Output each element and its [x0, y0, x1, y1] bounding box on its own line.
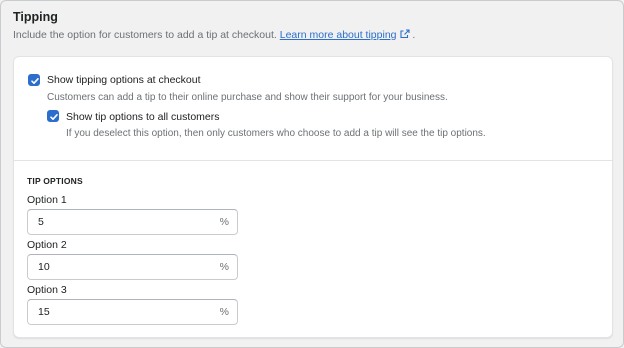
show-tipping-label[interactable]: Show tipping options at checkout: [47, 74, 201, 86]
option-1-value[interactable]: 5: [38, 216, 44, 228]
tip-options-title: TIP OPTIONS: [27, 176, 83, 186]
show-all-customers-checkbox[interactable]: [47, 110, 59, 122]
option-1-input[interactable]: 5 %: [27, 209, 238, 235]
option-1-suffix: %: [219, 216, 229, 228]
tipping-card: Show tipping options at checkout Custome…: [13, 56, 613, 338]
section-description: Include the option for customers to add …: [13, 29, 415, 41]
section-description-end: .: [412, 29, 416, 41]
option-3-label: Option 3: [27, 284, 67, 296]
option-1-label: Option 1: [27, 194, 67, 206]
option-3-value[interactable]: 15: [38, 306, 50, 318]
card-divider: [14, 160, 612, 161]
section-title: Tipping: [13, 10, 58, 24]
option-3-suffix: %: [219, 306, 229, 318]
show-tipping-help: Customers can add a tip to their online …: [47, 92, 448, 103]
option-2-input[interactable]: 10 %: [27, 254, 238, 280]
option-2-suffix: %: [219, 261, 229, 273]
show-tipping-checkbox[interactable]: [28, 74, 40, 86]
learn-more-link[interactable]: Learn more about tipping: [280, 29, 410, 41]
learn-more-link-label: Learn more about tipping: [279, 29, 397, 41]
option-3-input[interactable]: 15 %: [27, 299, 238, 325]
option-2-value[interactable]: 10: [38, 261, 50, 273]
show-all-customers-label[interactable]: Show tip options to all customers: [66, 111, 220, 123]
show-all-customers-help: If you deselect this option, then only c…: [66, 128, 486, 139]
settings-frame: Tipping Include the option for customers…: [0, 0, 624, 348]
section-description-text: Include the option for customers to add …: [13, 29, 277, 41]
checkmark-icon: [31, 78, 39, 84]
checkmark-icon: [50, 114, 58, 120]
external-link-icon: [399, 29, 410, 39]
option-2-label: Option 2: [27, 239, 67, 251]
